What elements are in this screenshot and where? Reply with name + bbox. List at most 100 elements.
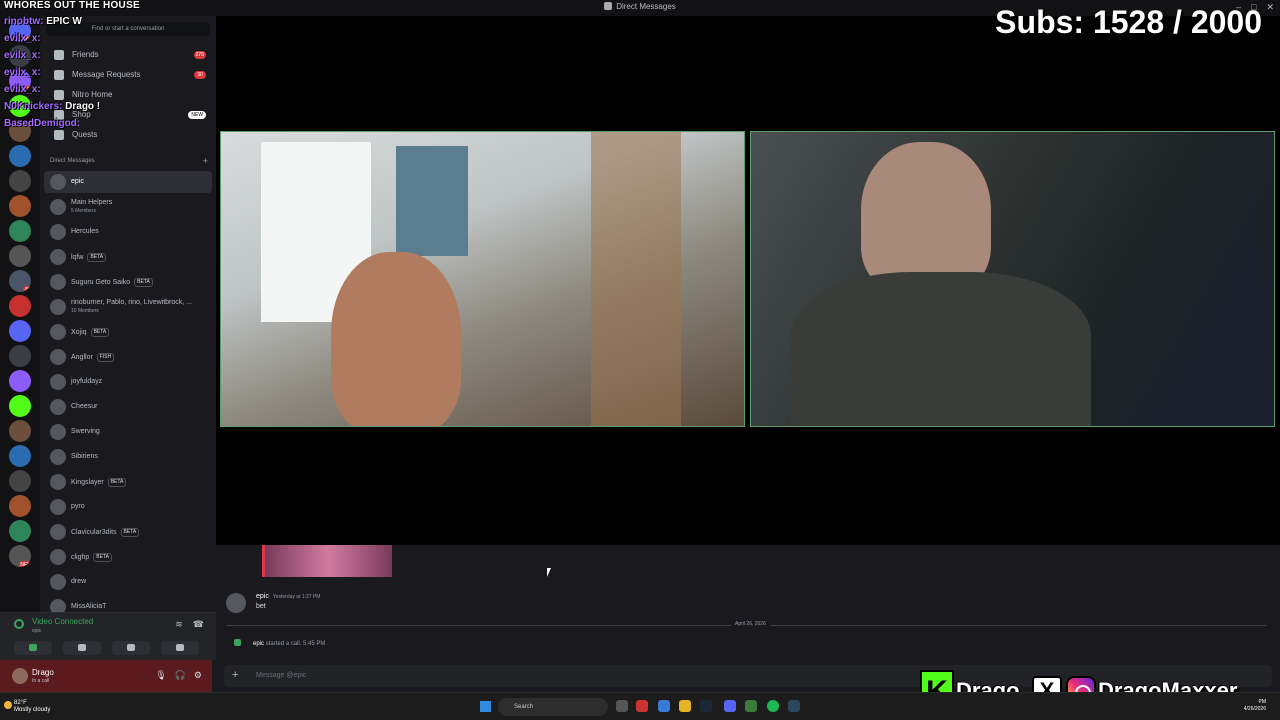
dm-item[interactable]: rinoburner, Pablo, rino, Livewitbrock, .… (44, 296, 212, 318)
server-icon[interactable] (9, 470, 31, 492)
spotify-icon[interactable] (767, 700, 779, 712)
sub-goal: Subs: 1528 / 2000 (995, 4, 1262, 40)
stream-title: WHORES OUT THE HOUSE (4, 0, 141, 11)
dm-item[interactable]: Clavicular3dits BETA (44, 521, 212, 543)
dm-item[interactable]: joyfuldayz (44, 371, 212, 393)
discord-taskbar-icon[interactable] (724, 700, 736, 712)
system-tray-clock[interactable]: PM 4/26/2026 (1244, 699, 1266, 713)
screen-share-icon (78, 644, 86, 651)
avatar[interactable] (12, 668, 28, 684)
steam-icon[interactable] (700, 700, 712, 712)
user-status: In a call (32, 678, 50, 684)
message-author[interactable]: epic Yesterday at 1:27 PM (256, 593, 320, 600)
dm-item[interactable]: Sibiriens (44, 446, 212, 468)
screen-share-button[interactable] (63, 641, 101, 655)
nitro-home-icon (54, 90, 64, 100)
add-attachment-icon[interactable]: + (232, 669, 238, 681)
taskbar: 82°F Mostly cloudy Search PM 4/26/2026 (0, 692, 1280, 720)
close-icon[interactable]: ✕ (1266, 2, 1274, 13)
camera-button[interactable] (14, 641, 52, 655)
dm-item[interactable]: Suguru Geto Saiko BETA (44, 271, 212, 293)
person-right-head (861, 142, 991, 292)
avatar (50, 274, 66, 290)
avatar (50, 324, 66, 340)
obs-icon[interactable] (745, 700, 757, 712)
start-icon[interactable] (480, 701, 491, 712)
server-icon[interactable] (9, 445, 31, 467)
weather-widget[interactable]: 82°F Mostly cloudy (14, 700, 50, 714)
dm-item[interactable]: epic (44, 171, 212, 193)
embed-image[interactable] (262, 545, 392, 577)
browser-icon[interactable] (658, 700, 670, 712)
dm-item[interactable]: clighp BETA (44, 546, 212, 568)
dm-tag: BETA (134, 278, 153, 287)
chrome-icon[interactable] (636, 700, 648, 712)
dm-name: Xojiq BETA (71, 328, 110, 337)
clock-date: 4/26/2026 (1243, 706, 1266, 712)
nav-item-message-requests[interactable]: Message Requests 30 (46, 66, 212, 84)
dm-item[interactable]: Swerving (44, 421, 212, 443)
dm-name-text: Clavicular3dits (71, 529, 117, 536)
server-icon[interactable]: NEW (9, 545, 31, 567)
composer-placeholder: Message @epic (256, 672, 307, 679)
dm-item[interactable]: Main Helpers 5 Members (44, 196, 212, 218)
date-divider: April 26, 2026 (226, 621, 1266, 627)
dm-item[interactable]: Xojiq BETA (44, 321, 212, 343)
server-icon[interactable] (9, 295, 31, 317)
nav-item-label: Quests (72, 130, 98, 139)
avatar (50, 349, 66, 365)
video-tile-right[interactable] (750, 131, 1275, 427)
dm-item[interactable]: Kingslayer BETA (44, 471, 212, 493)
soundboard-button[interactable] (161, 641, 199, 655)
server-icon[interactable] (9, 495, 31, 517)
server-icon[interactable] (9, 420, 31, 442)
server-icon[interactable] (9, 370, 31, 392)
noise-suppression-icon[interactable]: ≋ (175, 619, 183, 630)
server-icon[interactable] (9, 395, 31, 417)
video-tile-left[interactable] (220, 131, 745, 427)
weather-desc: Mostly cloudy (14, 707, 51, 713)
server-icon[interactable] (9, 145, 31, 167)
server-icon[interactable] (9, 320, 31, 342)
task-view-icon[interactable] (616, 700, 628, 712)
gear-icon[interactable]: ⚙ (194, 670, 202, 681)
dm-item[interactable]: Hercules (44, 221, 212, 243)
server-icon[interactable] (9, 220, 31, 242)
server-icon[interactable] (9, 170, 31, 192)
clock-time: PM (1258, 699, 1267, 705)
dm-item[interactable]: Angllor FISH (44, 346, 212, 368)
dm-item[interactable]: drew (44, 571, 212, 593)
person-left (331, 252, 461, 426)
avatar[interactable] (226, 593, 246, 613)
file-explorer-icon[interactable] (679, 700, 691, 712)
server-icon[interactable] (9, 245, 31, 267)
server-icon[interactable]: 80 (9, 270, 31, 292)
server-icon[interactable] (9, 345, 31, 367)
avatar (50, 299, 66, 315)
dm-item[interactable]: lqfw BETA (44, 246, 212, 268)
avatar (50, 524, 66, 540)
chat-username: evilx_x: (4, 84, 41, 95)
disconnect-icon[interactable]: ☎ (193, 619, 204, 630)
headphones-icon[interactable]: 🎧 (175, 670, 186, 681)
server-icon[interactable] (9, 520, 31, 542)
nav-item-friends[interactable]: Friends 276 (46, 46, 212, 64)
server-icon[interactable] (9, 195, 31, 217)
dm-name-text: epic (71, 178, 84, 185)
mic-icon[interactable]: 🎙 (155, 670, 166, 681)
activity-button[interactable] (112, 641, 150, 655)
add-dm-icon[interactable]: + (203, 156, 208, 166)
steam-app-icon[interactable] (788, 700, 800, 712)
taskbar-search[interactable]: Search (498, 698, 608, 716)
dm-name-text: Xojiq (71, 329, 87, 336)
dm-tag: BETA (87, 253, 107, 262)
call-text: started a call. (265, 641, 302, 647)
server-badge: NEW (19, 561, 31, 567)
stream-chat-line: evilx_x: (4, 50, 41, 61)
person-right-body (791, 272, 1091, 426)
dm-item[interactable]: Cheesur (44, 396, 212, 418)
dm-name: MissAliciaT (71, 603, 106, 610)
dm-item[interactable]: pyro (44, 496, 212, 518)
call-author[interactable]: epic (253, 641, 264, 647)
dm-tag: BETA (120, 528, 140, 537)
